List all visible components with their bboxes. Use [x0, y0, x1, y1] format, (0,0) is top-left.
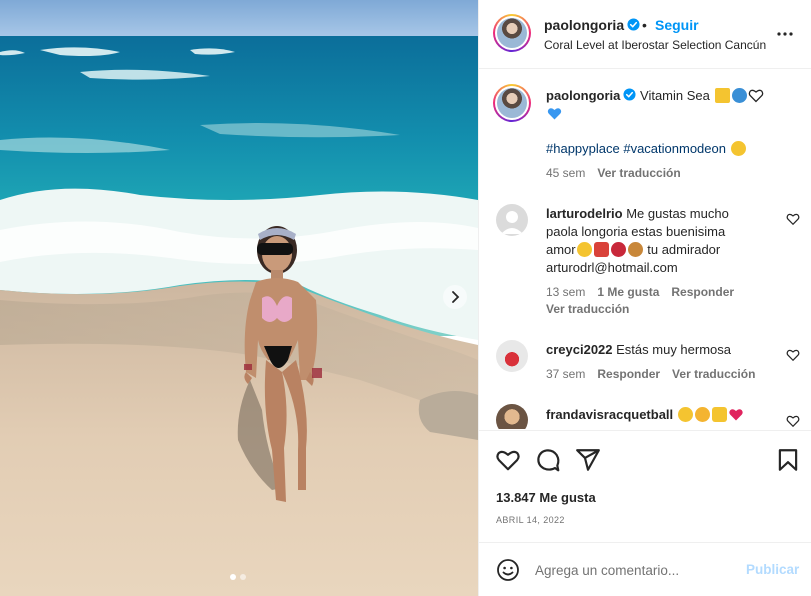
comment-time[interactable]: 13 sem — [546, 285, 585, 299]
chevron-right-icon — [452, 291, 460, 303]
publish-button[interactable]: Publicar — [746, 562, 799, 577]
wave-emoji-icon — [731, 88, 747, 103]
caption-body: Vitamin Sea — [640, 88, 710, 103]
comment-body: Me gustas mucho — [626, 206, 729, 221]
caption-hashtags[interactable]: #happyplace #vacationmodeon — [546, 141, 726, 156]
heart-icon[interactable] — [786, 212, 800, 226]
author-username[interactable]: paolongoria — [544, 17, 640, 33]
comment-icon[interactable] — [535, 447, 561, 473]
caption-hashtags-line: #happyplace #vacationmodeon — [546, 140, 747, 158]
kiss-emoji-icon — [576, 242, 592, 257]
devil-emoji-icon — [593, 242, 609, 257]
comment-input[interactable] — [535, 558, 735, 582]
avatar[interactable] — [496, 404, 528, 429]
carousel-next-button[interactable] — [443, 285, 467, 309]
verified-badge-icon — [627, 18, 640, 31]
share-icon[interactable] — [575, 447, 601, 473]
sparkles-emoji-icon — [714, 88, 730, 103]
avatar[interactable] — [496, 340, 528, 372]
carousel-dot-active — [230, 574, 236, 580]
comment-body: arturodrl@hotmail.com — [546, 260, 678, 275]
sunglasses-emoji-icon — [730, 141, 746, 156]
reply-button[interactable]: Responder — [597, 367, 660, 381]
caption-avatar[interactable] — [493, 84, 531, 122]
heart-icon[interactable] — [786, 414, 800, 428]
heart-icon[interactable] — [786, 348, 800, 362]
comment-meta: 13 sem 1 Me gusta Responder — [546, 285, 734, 299]
comment-text: larturodelrio Me gustas mucho paola long… — [546, 205, 786, 277]
comment-body: Estás muy hermosa — [616, 342, 732, 357]
bookmark-icon[interactable] — [775, 447, 801, 473]
more-options-icon[interactable] — [775, 24, 795, 44]
avatar — [497, 88, 527, 118]
avatar[interactable] — [496, 204, 528, 236]
post-actions: 13.847 Me gusta ABRIL 14, 2022 — [479, 430, 811, 543]
caption-see-translation[interactable]: Ver traducción — [597, 166, 680, 180]
comment-text: creyci2022 Estás muy hermosa — [546, 341, 731, 359]
post-media[interactable] — [0, 0, 478, 596]
comment-meta: Ver traducción — [546, 302, 629, 316]
post-panel: paolongoria • Seguir Coral Level at Iber… — [478, 0, 811, 596]
follow-button[interactable]: Seguir — [655, 17, 699, 33]
instagram-post-modal: paolongoria • Seguir Coral Level at Iber… — [0, 0, 811, 596]
comment-username[interactable]: creyci2022 — [546, 342, 613, 357]
comment-text: frandavisracquetball — [546, 406, 744, 424]
caption-text: paolongoria Vitamin Sea — [546, 87, 801, 105]
like-count[interactable]: 13.847 Me gusta — [496, 490, 596, 505]
location-link[interactable]: Coral Level at Iberostar Selection Cancú… — [544, 38, 766, 52]
verified-badge-icon — [623, 88, 636, 101]
white-heart-icon — [748, 89, 763, 103]
caption-time[interactable]: 45 sem — [546, 166, 585, 180]
reply-button[interactable]: Responder — [671, 285, 734, 299]
caption-meta: 45 sem Ver traducción — [546, 166, 681, 180]
add-comment-bar: Publicar — [479, 544, 811, 596]
clap-emoji-icon — [677, 407, 693, 422]
beach-photo — [0, 0, 478, 596]
comments-list[interactable]: paolongoria Vitamin Sea #happyplace #vac… — [479, 70, 811, 429]
emoji-icon[interactable] — [496, 558, 520, 582]
author-username-text: paolongoria — [544, 17, 625, 33]
author-avatar[interactable] — [493, 14, 531, 52]
blue-heart-icon — [547, 108, 562, 120]
see-translation-button[interactable]: Ver traducción — [672, 367, 755, 381]
post-date[interactable]: ABRIL 14, 2022 — [496, 515, 565, 525]
caption-username[interactable]: paolongoria — [546, 88, 620, 103]
separator-dot: • — [642, 17, 647, 33]
comment-username[interactable]: larturodelrio — [546, 206, 623, 221]
see-translation-button[interactable]: Ver traducción — [546, 302, 629, 316]
carousel-dot — [240, 574, 246, 580]
comment-body: tu admirador — [647, 242, 721, 257]
comment-meta: 37 sem Responder Ver traducción — [546, 367, 755, 381]
carousel-indicator — [230, 574, 246, 580]
raised-hands-emoji-icon — [711, 407, 727, 422]
comment-likes[interactable]: 1 Me gusta — [597, 285, 659, 299]
heart-icon[interactable] — [495, 447, 521, 473]
comment-time[interactable]: 37 sem — [546, 367, 585, 381]
red-heart-icon — [729, 409, 743, 421]
star-eyes-emoji-icon — [694, 407, 710, 422]
avatar — [497, 18, 527, 48]
comment-body: amor — [546, 242, 576, 257]
cowboy-emoji-icon — [627, 242, 643, 257]
comment-username[interactable]: frandavisracquetball — [546, 407, 673, 422]
comment-body: paola longoria estas buenisima — [546, 224, 726, 239]
rose-emoji-icon — [610, 242, 626, 257]
post-header: paolongoria • Seguir Coral Level at Iber… — [479, 0, 811, 69]
